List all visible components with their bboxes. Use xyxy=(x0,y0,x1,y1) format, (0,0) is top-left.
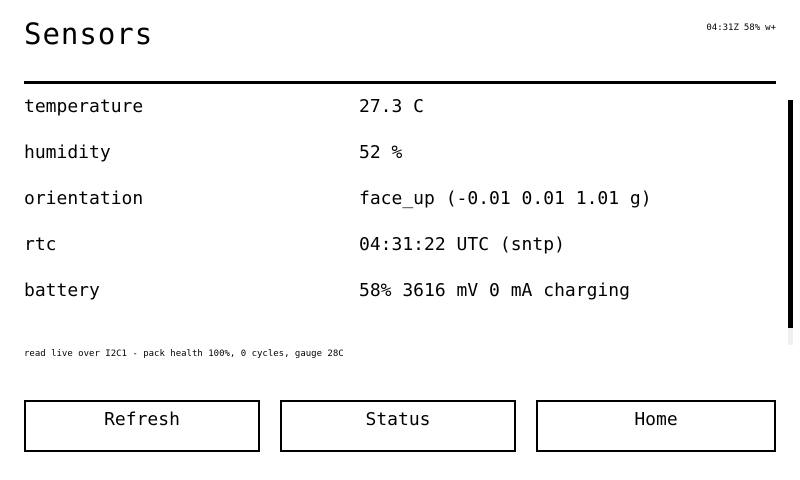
sensor-row-humidity: humidity 52 % xyxy=(24,130,764,176)
sensor-row-temperature: temperature 27.3 C xyxy=(24,84,764,130)
home-button[interactable]: Home xyxy=(536,400,776,452)
sensor-value: 27.3 C xyxy=(359,96,425,117)
sensor-row-battery: battery 58% 3616 mV 0 mA charging xyxy=(24,268,764,314)
sensor-key: battery xyxy=(24,280,100,301)
sensor-value: 58% 3616 mV 0 mA charging xyxy=(359,280,630,301)
sensor-list[interactable]: temperature 27.3 C humidity 52 % orienta… xyxy=(24,84,764,342)
clock: 04:31Z xyxy=(706,23,739,33)
sensor-row-orientation: orientation face_up (-0.01 0.01 1.01 g) xyxy=(24,176,764,222)
sensor-footnote: read live over I2C1 - pack health 100%, … xyxy=(24,349,344,359)
page-title: Sensors xyxy=(24,17,154,51)
status-button[interactable]: Status xyxy=(280,400,516,452)
sensor-key: humidity xyxy=(24,142,111,163)
wifi-indicator: w+ xyxy=(765,23,776,33)
refresh-button[interactable]: Refresh xyxy=(24,400,260,452)
scrollbar-thumb[interactable] xyxy=(788,100,793,328)
sensor-key: temperature xyxy=(24,96,144,117)
sensor-value: face_up (-0.01 0.01 1.01 g) xyxy=(359,188,652,209)
sensor-row-rtc: rtc 04:31:22 UTC (sntp) xyxy=(24,222,764,268)
sensor-key: rtc xyxy=(24,234,57,255)
sensor-key: orientation xyxy=(24,188,144,209)
sensor-value: 04:31:22 UTC (sntp) xyxy=(359,234,565,255)
list-scrollbar[interactable] xyxy=(788,100,793,345)
sensor-value: 52 % xyxy=(359,142,403,163)
battery-level: 58% xyxy=(743,23,761,33)
status-bar: 04:31Z 58% w+ xyxy=(706,21,776,35)
